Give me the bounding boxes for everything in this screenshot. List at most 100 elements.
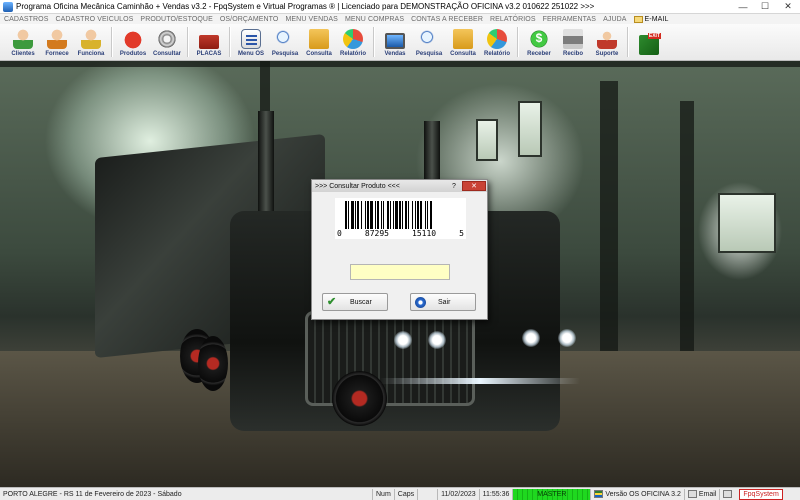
status-blank: [417, 488, 437, 500]
menu-vendas[interactable]: MENU VENDAS: [285, 16, 337, 23]
toolbar-suporte-button[interactable]: Suporte: [590, 24, 624, 60]
minimize-button[interactable]: —: [732, 0, 754, 14]
toolbar-consultar-button[interactable]: Consultar: [150, 24, 184, 60]
menu-produto-estoque[interactable]: PRODUTO/ESTOQUE: [140, 16, 212, 23]
toolbar-vendas-button[interactable]: Vendas: [378, 24, 412, 60]
buscar-button[interactable]: ✔ Buscar: [322, 293, 388, 311]
window-controls: — ☐ ✕: [732, 0, 800, 14]
barcode-digit-group: 0: [337, 229, 342, 238]
employee-icon: [81, 29, 101, 49]
toolbar-pesquisa-os-button[interactable]: Pesquisa: [268, 24, 302, 60]
title-bar: Programa Oficina Mecânica Caminhão + Ven…: [0, 0, 800, 14]
disc-icon: [157, 29, 177, 49]
menu-email[interactable]: E-MAIL: [633, 15, 669, 23]
chart-icon: [343, 29, 363, 49]
truck-wheel: [332, 371, 387, 426]
status-version: Versão OS OFICINA 3.2: [590, 488, 683, 500]
barcode-digit-group: 5: [459, 229, 464, 238]
barcode-digit-group: 15110: [412, 229, 437, 238]
dialog-help-button[interactable]: ?: [448, 181, 460, 191]
toolbar-separator: [373, 27, 375, 57]
menu-relatorios[interactable]: RELATÓRIOS: [490, 16, 536, 23]
toolbar-label: Clientes: [11, 51, 35, 57]
toolbar-consulta-os-button[interactable]: Consulta: [302, 24, 336, 60]
toolbar-separator: [111, 27, 113, 57]
toolbar-label: Receber: [527, 51, 551, 57]
menu-ferramentas[interactable]: FERRAMENTAS: [543, 16, 596, 23]
dialog-close-button[interactable]: ✕: [462, 181, 486, 191]
status-email[interactable]: Email: [683, 488, 720, 500]
toolbar-label: Consulta: [306, 51, 332, 57]
status-location-date: PORTO ALEGRE - RS 11 de Fevereiro de 202…: [3, 490, 182, 498]
toolbar-menu-os-button[interactable]: Menu OS: [234, 24, 268, 60]
money-icon: [529, 29, 549, 49]
menu-contas-a-receber[interactable]: CONTAS A RECEBER: [411, 16, 483, 23]
product-code-input[interactable]: [350, 264, 450, 280]
toolbar-separator: [187, 27, 189, 57]
menu-compras[interactable]: MENU COMPRAS: [345, 16, 404, 23]
toolbar-label: Suporte: [595, 51, 619, 57]
menu-ajuda[interactable]: AJUDA: [603, 16, 626, 23]
toolbar-label: Consulta: [450, 51, 476, 57]
headlight: [558, 329, 576, 347]
app-icon: [3, 1, 13, 12]
menu-os-orcamento[interactable]: OS/ORÇAMENTO: [220, 16, 279, 23]
close-button[interactable]: ✕: [776, 0, 800, 14]
toolbar-relatorio-os-button[interactable]: Relatório: [336, 24, 370, 60]
toolbar-label: PLACAS: [196, 51, 222, 57]
tray-icon: [723, 490, 733, 498]
toolbar-clientes-button[interactable]: Clientes: [6, 24, 40, 60]
toolbar-label: Vendas: [384, 51, 406, 57]
toolbar-label: Relatório: [339, 51, 366, 57]
toolbar-separator: [627, 27, 629, 57]
toolbar-recibo-button[interactable]: Recibo: [556, 24, 590, 60]
ceiling-beam: [0, 61, 800, 67]
products-icon: [123, 29, 143, 49]
toolbar-label: Consultar: [152, 51, 181, 57]
clipboard-icon: [241, 29, 261, 49]
toolbar-receber-button[interactable]: Receber: [522, 24, 556, 60]
truck-wheel: [198, 336, 228, 391]
chart-icon: [487, 29, 507, 49]
toolbar-funciona-button[interactable]: Funciona: [74, 24, 108, 60]
toolbar-separator: [517, 27, 519, 57]
toolbar-pesquisa-vendas-button[interactable]: Pesquisa: [412, 24, 446, 60]
toolbar-label: Relatório: [483, 51, 510, 57]
garage-window: [718, 193, 776, 253]
checkmark-icon: ✔: [327, 295, 337, 308]
toolbar-label: Produtos: [119, 51, 147, 57]
status-tray: [719, 488, 737, 500]
toolbar-label: Pesquisa: [415, 51, 443, 57]
buscar-label: Buscar: [350, 298, 372, 306]
toolbar-placas-button[interactable]: PLACAS: [192, 24, 226, 60]
toolbar-label: Pesquisa: [271, 51, 299, 57]
toolbar-label: Recibo: [562, 51, 583, 57]
menu-cadastro-veiculos[interactable]: CADASTRO VEICULOS: [55, 16, 133, 23]
search-icon: [419, 29, 439, 49]
toolbar-fornece-button[interactable]: Fornece: [40, 24, 74, 60]
status-date: 11/02/2023: [437, 488, 479, 500]
toolbar-produtos-button[interactable]: Produtos: [116, 24, 150, 60]
toolbar-relatorio-vendas-button[interactable]: Relatório: [480, 24, 514, 60]
maximize-button[interactable]: ☐: [754, 0, 776, 14]
barcode-digits: 0 87295 15110 5: [335, 229, 466, 239]
status-version-label: Versão OS OFICINA 3.2: [605, 490, 681, 498]
menu-bar: CADASTROS CADASTRO VEICULOS PRODUTO/ESTO…: [0, 14, 800, 24]
headlight: [428, 331, 446, 349]
exit-icon: [639, 33, 661, 55]
toolbar-label: Menu OS: [237, 51, 264, 57]
screen-icon: [385, 33, 405, 49]
barcode-image: 0 87295 15110 5: [335, 198, 466, 239]
toolbar-consulta-vendas-button[interactable]: Consulta: [446, 24, 480, 60]
status-time: 11:55:36: [478, 488, 513, 500]
clients-icon: [13, 29, 33, 49]
garage-window: [518, 101, 542, 157]
toolbar-exit-button[interactable]: [632, 24, 666, 60]
menu-cadastros[interactable]: CADASTROS: [4, 16, 48, 23]
supplier-icon: [47, 29, 67, 49]
status-brand: FpqSystem: [739, 488, 783, 500]
garage-window: [476, 119, 498, 161]
toolbar-separator: [229, 27, 231, 57]
sair-button[interactable]: Sair: [410, 293, 476, 311]
status-bar: PORTO ALEGRE - RS 11 de Fevereiro de 202…: [0, 487, 800, 500]
